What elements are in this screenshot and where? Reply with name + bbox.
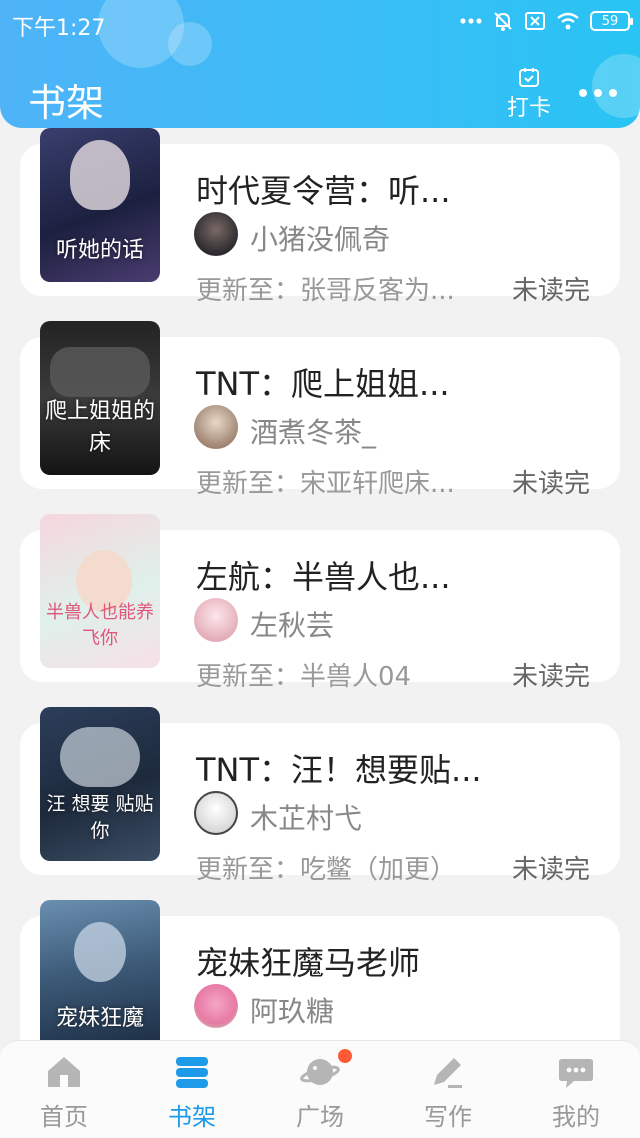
book-cover[interactable]: 汪 想要 贴贴你 bbox=[40, 707, 160, 861]
tab-label: 首页 bbox=[40, 1103, 88, 1131]
more-menu-icon[interactable] bbox=[578, 80, 618, 106]
author-name: 酒煮冬茶_ bbox=[250, 416, 377, 449]
update-text: 更新至：张哥反客为... bbox=[196, 276, 455, 306]
tab-home[interactable]: 首页 bbox=[0, 1041, 128, 1138]
book-cover[interactable]: 听她的话 bbox=[40, 128, 160, 282]
tab-square[interactable]: 广场 bbox=[256, 1041, 384, 1138]
planet-icon bbox=[300, 1059, 340, 1085]
author-avatar bbox=[194, 598, 238, 642]
cover-title: 汪 想要 贴贴你 bbox=[46, 793, 154, 842]
author-avatar bbox=[194, 405, 238, 449]
tab-label: 书架 bbox=[168, 1103, 216, 1131]
author-name: 小猪没佩奇 bbox=[250, 223, 391, 256]
chat-bubble-icon bbox=[559, 1059, 593, 1088]
checkin-button[interactable]: 打卡 bbox=[503, 66, 555, 121]
bottom-tab-bar: 首页 书架 广场 写作 我的 bbox=[0, 1040, 640, 1138]
cover-figure bbox=[50, 347, 150, 397]
bookshelf-icon bbox=[176, 1057, 208, 1088]
cover-figure bbox=[70, 140, 130, 210]
author-avatar bbox=[194, 791, 238, 835]
author-name: 阿玖糖 bbox=[250, 995, 335, 1028]
read-status: 未读完 bbox=[512, 469, 591, 499]
home-icon bbox=[48, 1057, 80, 1087]
status-bar: 下午1:27 59 bbox=[0, 0, 640, 46]
book-cover[interactable]: 爬上姐姐的床 bbox=[40, 321, 160, 475]
book-title: 时代夏令营：听... bbox=[196, 172, 451, 210]
author-avatar bbox=[194, 984, 238, 1028]
pen-icon bbox=[434, 1058, 462, 1088]
read-status: 未读完 bbox=[512, 662, 591, 692]
book-title: 左航：半兽人也... bbox=[196, 558, 451, 596]
cover-figure bbox=[60, 727, 140, 787]
tab-me[interactable]: 我的 bbox=[512, 1041, 640, 1138]
read-status: 未读完 bbox=[512, 855, 591, 885]
book-title: TNT：爬上姐姐... bbox=[196, 365, 450, 403]
checkin-label: 打卡 bbox=[506, 96, 551, 121]
tab-bookshelf[interactable]: 书架 bbox=[128, 1041, 256, 1138]
cover-title: 听她的话 bbox=[55, 238, 144, 263]
tab-label: 我的 bbox=[552, 1103, 600, 1131]
book-cover[interactable]: 宠妹狂魔 bbox=[40, 900, 160, 1040]
cover-title: 半兽人也能养飞你 bbox=[46, 602, 154, 649]
tab-label: 广场 bbox=[296, 1103, 344, 1131]
tab-write[interactable]: 写作 bbox=[384, 1041, 512, 1138]
notification-badge bbox=[338, 1049, 352, 1063]
read-status: 未读完 bbox=[512, 276, 591, 306]
mute-bell-icon bbox=[494, 12, 512, 31]
battery-icon: 59 bbox=[590, 11, 633, 31]
no-sim-icon bbox=[525, 12, 545, 30]
author-name: 木芷村弋 bbox=[250, 802, 363, 835]
cover-title: 爬上姐姐的床 bbox=[44, 399, 155, 456]
update-text: 更新至：宋亚轩爬床... bbox=[196, 469, 455, 499]
author-avatar bbox=[194, 212, 238, 256]
book-title: 宠妹狂魔马老师 bbox=[196, 944, 421, 982]
status-icons: 59 bbox=[460, 10, 633, 32]
update-text: 更新至：吃鳖（加更） bbox=[196, 855, 457, 885]
wifi-icon bbox=[557, 12, 579, 30]
tab-label: 写作 bbox=[424, 1103, 472, 1131]
page-title: 书架 bbox=[28, 81, 105, 125]
cover-figure bbox=[74, 922, 126, 982]
more-dots-icon bbox=[460, 18, 482, 24]
cover-title: 宠妹狂魔 bbox=[55, 1006, 144, 1031]
update-text: 更新至：半兽人04 bbox=[196, 662, 412, 692]
book-title: TNT：汪！想要贴... bbox=[196, 751, 482, 789]
calendar-check-icon bbox=[519, 68, 539, 87]
author-name: 左秋芸 bbox=[250, 609, 335, 642]
book-cover[interactable]: 半兽人也能养飞你 bbox=[40, 514, 160, 668]
status-time: 下午1:27 bbox=[12, 16, 106, 41]
app-header: 下午1:27 59 书架 打卡 bbox=[0, 0, 640, 128]
